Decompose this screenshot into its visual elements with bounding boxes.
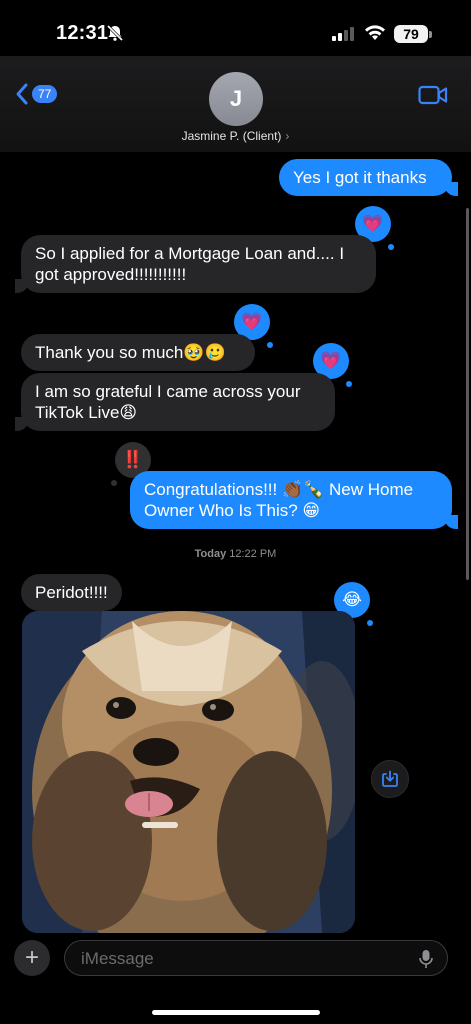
contact-name-label: Jasmine P. (Client) bbox=[181, 129, 282, 143]
tapback-dot bbox=[346, 381, 352, 387]
chevron-right-icon: › bbox=[285, 129, 290, 143]
tapback-dot bbox=[267, 342, 273, 348]
home-indicator[interactable] bbox=[152, 1010, 320, 1015]
contact-name[interactable]: Jasmine P. (Client) › bbox=[0, 129, 471, 143]
imessage-field-wrapper bbox=[64, 940, 448, 977]
status-time: 12:31 bbox=[56, 22, 109, 44]
microphone-icon[interactable] bbox=[419, 949, 433, 974]
conversation-header: 77 J Jasmine P. (Client) › bbox=[0, 56, 471, 152]
unread-count-badge: 77 bbox=[32, 85, 58, 103]
tapback-dot bbox=[367, 620, 373, 626]
video-call-icon[interactable] bbox=[418, 84, 448, 111]
message-bubble-incoming[interactable]: So I applied for a Mortgage Loan and....… bbox=[15, 235, 376, 293]
message-text: Congratulations!!! 👏🏾🍾 New Home Owner Wh… bbox=[144, 480, 414, 520]
wifi-icon bbox=[364, 23, 386, 46]
message-bubble-incoming[interactable]: I am so grateful I came across your TikT… bbox=[15, 373, 335, 431]
avatar[interactable]: J bbox=[209, 72, 263, 126]
download-icon bbox=[382, 770, 398, 787]
message-text: Yes I got it thanks bbox=[293, 168, 427, 187]
bubble-tail bbox=[444, 182, 458, 196]
imessage-input[interactable] bbox=[79, 941, 403, 977]
message-bubble-outgoing[interactable]: Congratulations!!! 👏🏾🍾 New Home Owner Wh… bbox=[130, 471, 458, 529]
status-bar: 12:31 79 bbox=[0, 0, 471, 64]
tapback-dot bbox=[388, 244, 394, 250]
dog-photo bbox=[22, 611, 355, 933]
message-text: Peridot!!!! bbox=[35, 583, 108, 602]
message-text: So I applied for a Mortgage Loan and....… bbox=[35, 244, 345, 284]
message-text: I am so grateful I came across your TikT… bbox=[35, 382, 301, 422]
message-bubble-incoming[interactable]: Peridot!!!! bbox=[21, 574, 122, 611]
bubble-tail bbox=[444, 515, 458, 529]
save-photo-button[interactable] bbox=[371, 760, 409, 798]
timestamp: Today 12:22 PM bbox=[0, 548, 471, 560]
bubble-tail bbox=[15, 279, 29, 293]
battery-icon: 79 bbox=[394, 25, 428, 43]
add-attachment-button[interactable]: + bbox=[14, 940, 50, 976]
back-button[interactable]: 77 bbox=[14, 82, 58, 106]
bell-slash-icon bbox=[106, 24, 124, 47]
tapback-dot bbox=[111, 480, 117, 486]
battery-nub bbox=[429, 31, 432, 38]
scrollbar[interactable] bbox=[466, 208, 469, 580]
message-bubble-outgoing[interactable]: Yes I got it thanks bbox=[279, 159, 458, 196]
chevron-left-icon bbox=[16, 83, 28, 105]
cellular-signal-icon bbox=[332, 27, 356, 46]
message-bubble-incoming[interactable]: Thank you so much🥹🥲 bbox=[21, 334, 255, 371]
timestamp-time: 12:22 PM bbox=[229, 548, 277, 560]
timestamp-day: Today bbox=[194, 548, 227, 560]
bubble-tail bbox=[15, 417, 29, 431]
message-text: Thank you so much🥹🥲 bbox=[35, 343, 226, 362]
photo-message[interactable] bbox=[22, 611, 355, 933]
